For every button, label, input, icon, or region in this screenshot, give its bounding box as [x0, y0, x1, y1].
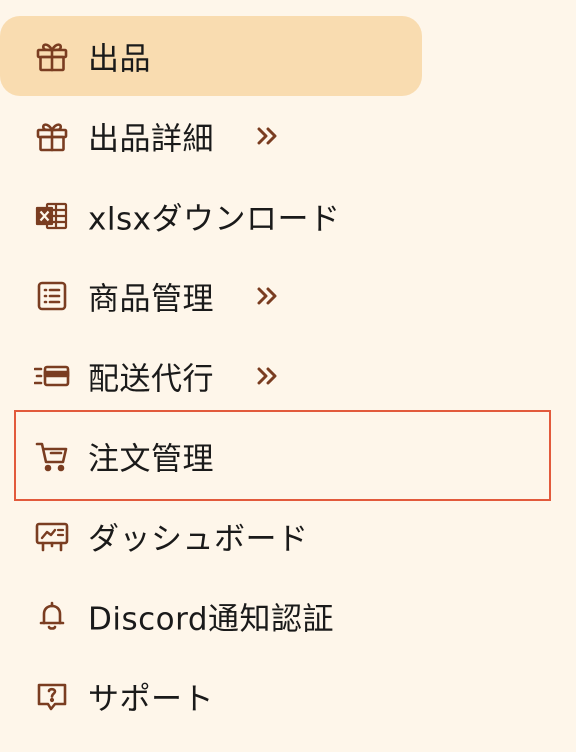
chevrons-right-icon[interactable] [254, 362, 282, 390]
help-message-icon [34, 678, 70, 714]
menu-item-label: 注文管理 [88, 441, 214, 478]
gift-icon [34, 118, 70, 154]
dashboard-icon [34, 518, 70, 554]
menu-item-label: 出品 [88, 41, 151, 78]
list-icon [34, 278, 70, 314]
menu-item-discord-notification-auth[interactable]: Discord通知認証 [0, 576, 360, 656]
menu-item-listing[interactable]: 出品 [0, 16, 422, 96]
sidebar-menu: 出品 出品詳細 xlsxダウンロード 商品管理 配送代行 注文管理 ダッシュボー… [0, 0, 576, 752]
menu-item-order-management[interactable]: 注文管理 [0, 416, 540, 496]
chevrons-right-icon[interactable] [254, 122, 282, 150]
gift-icon [34, 38, 70, 74]
menu-item-label: サポート [88, 681, 214, 718]
menu-item-dashboard[interactable]: ダッシュボード [0, 496, 360, 576]
bell-icon [34, 598, 70, 634]
cart-icon [34, 438, 70, 474]
menu-item-label: ダッシュボード [88, 521, 309, 558]
menu-item-label: 出品詳細 [88, 121, 214, 158]
menu-item-label: Discord通知認証 [88, 601, 335, 638]
menu-item-delivery-agency[interactable]: 配送代行 [0, 336, 300, 416]
card-list-icon [34, 358, 70, 394]
menu-item-label: 商品管理 [88, 281, 214, 318]
menu-item-label: xlsxダウンロード [88, 201, 341, 238]
menu-item-product-management[interactable]: 商品管理 [0, 256, 300, 336]
menu-item-xlsx-download[interactable]: xlsxダウンロード [0, 176, 360, 256]
menu-item-label: 配送代行 [88, 361, 214, 398]
menu-item-listing-details[interactable]: 出品詳細 [0, 96, 300, 176]
excel-icon [34, 198, 70, 234]
chevrons-right-icon[interactable] [254, 282, 282, 310]
menu-item-support[interactable]: サポート [0, 656, 300, 736]
